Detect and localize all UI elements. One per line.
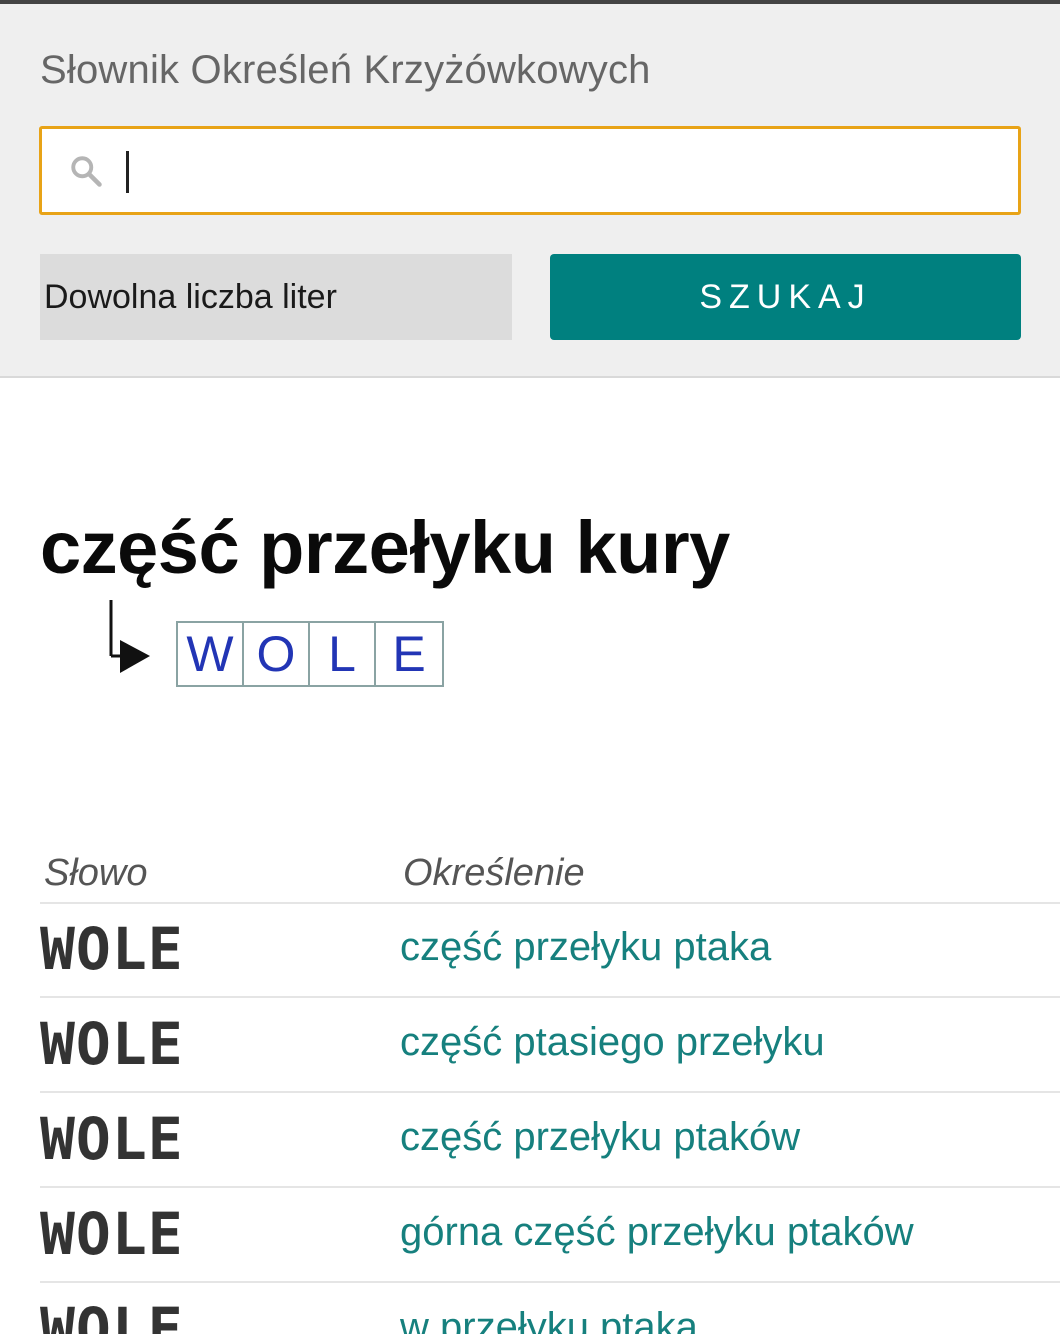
answer-letter: O [244,623,310,685]
table-row: WOLE część przełyku ptaków [40,1093,1060,1188]
table-row: WOLE w przełyku ptaka [40,1283,1060,1334]
table-row: WOLE górna część przełyku ptaków [40,1188,1060,1283]
letter-count-select-label: Dowolna liczba liter [44,277,337,316]
row-definition-link[interactable]: część ptasiego przełyku [400,1020,825,1065]
site-title[interactable]: Słownik Określeń Krzyżówkowych [40,48,651,93]
row-definition-link[interactable]: część przełyku ptaka [400,925,771,970]
letter-count-select[interactable]: Dowolna liczba liter [40,254,512,340]
answer-arrow-icon [109,600,150,673]
answer-letter: E [392,626,426,682]
search-icon [71,156,102,187]
row-word: WOLE [40,1010,184,1078]
results-table-header: Słowo Określenie [40,850,1060,904]
page: Słownik Określeń Krzyżówkowych Dowolna l… [0,0,1060,1334]
answer-letter: W [178,623,244,685]
phrase-title: część przełyku kury [40,506,730,589]
row-word: WOLE [40,1295,184,1334]
table-row: WOLE część ptasiego przełyku [40,998,1060,1093]
answer-grid: W O L E [176,621,444,687]
column-header-definition: Określenie [403,852,585,894]
row-definition-link[interactable]: część przełyku ptaków [400,1115,800,1160]
row-word: WOLE [40,1200,184,1268]
search-header: Słownik Określeń Krzyżówkowych Dowolna l… [0,0,1060,378]
row-word: WOLE [40,915,184,983]
answer-letter: L [310,623,376,685]
search-button[interactable]: SZUKAJ [550,254,1021,340]
row-definition-link[interactable]: w przełyku ptaka [400,1305,698,1334]
search-input[interactable] [120,139,1000,203]
column-header-word: Słowo [44,852,148,894]
row-word: WOLE [40,1105,184,1173]
table-row: WOLE część przełyku ptaka [40,903,1060,998]
row-definition-link[interactable]: górna część przełyku ptaków [400,1210,914,1255]
search-box[interactable] [39,126,1021,215]
text-cursor [126,151,129,193]
